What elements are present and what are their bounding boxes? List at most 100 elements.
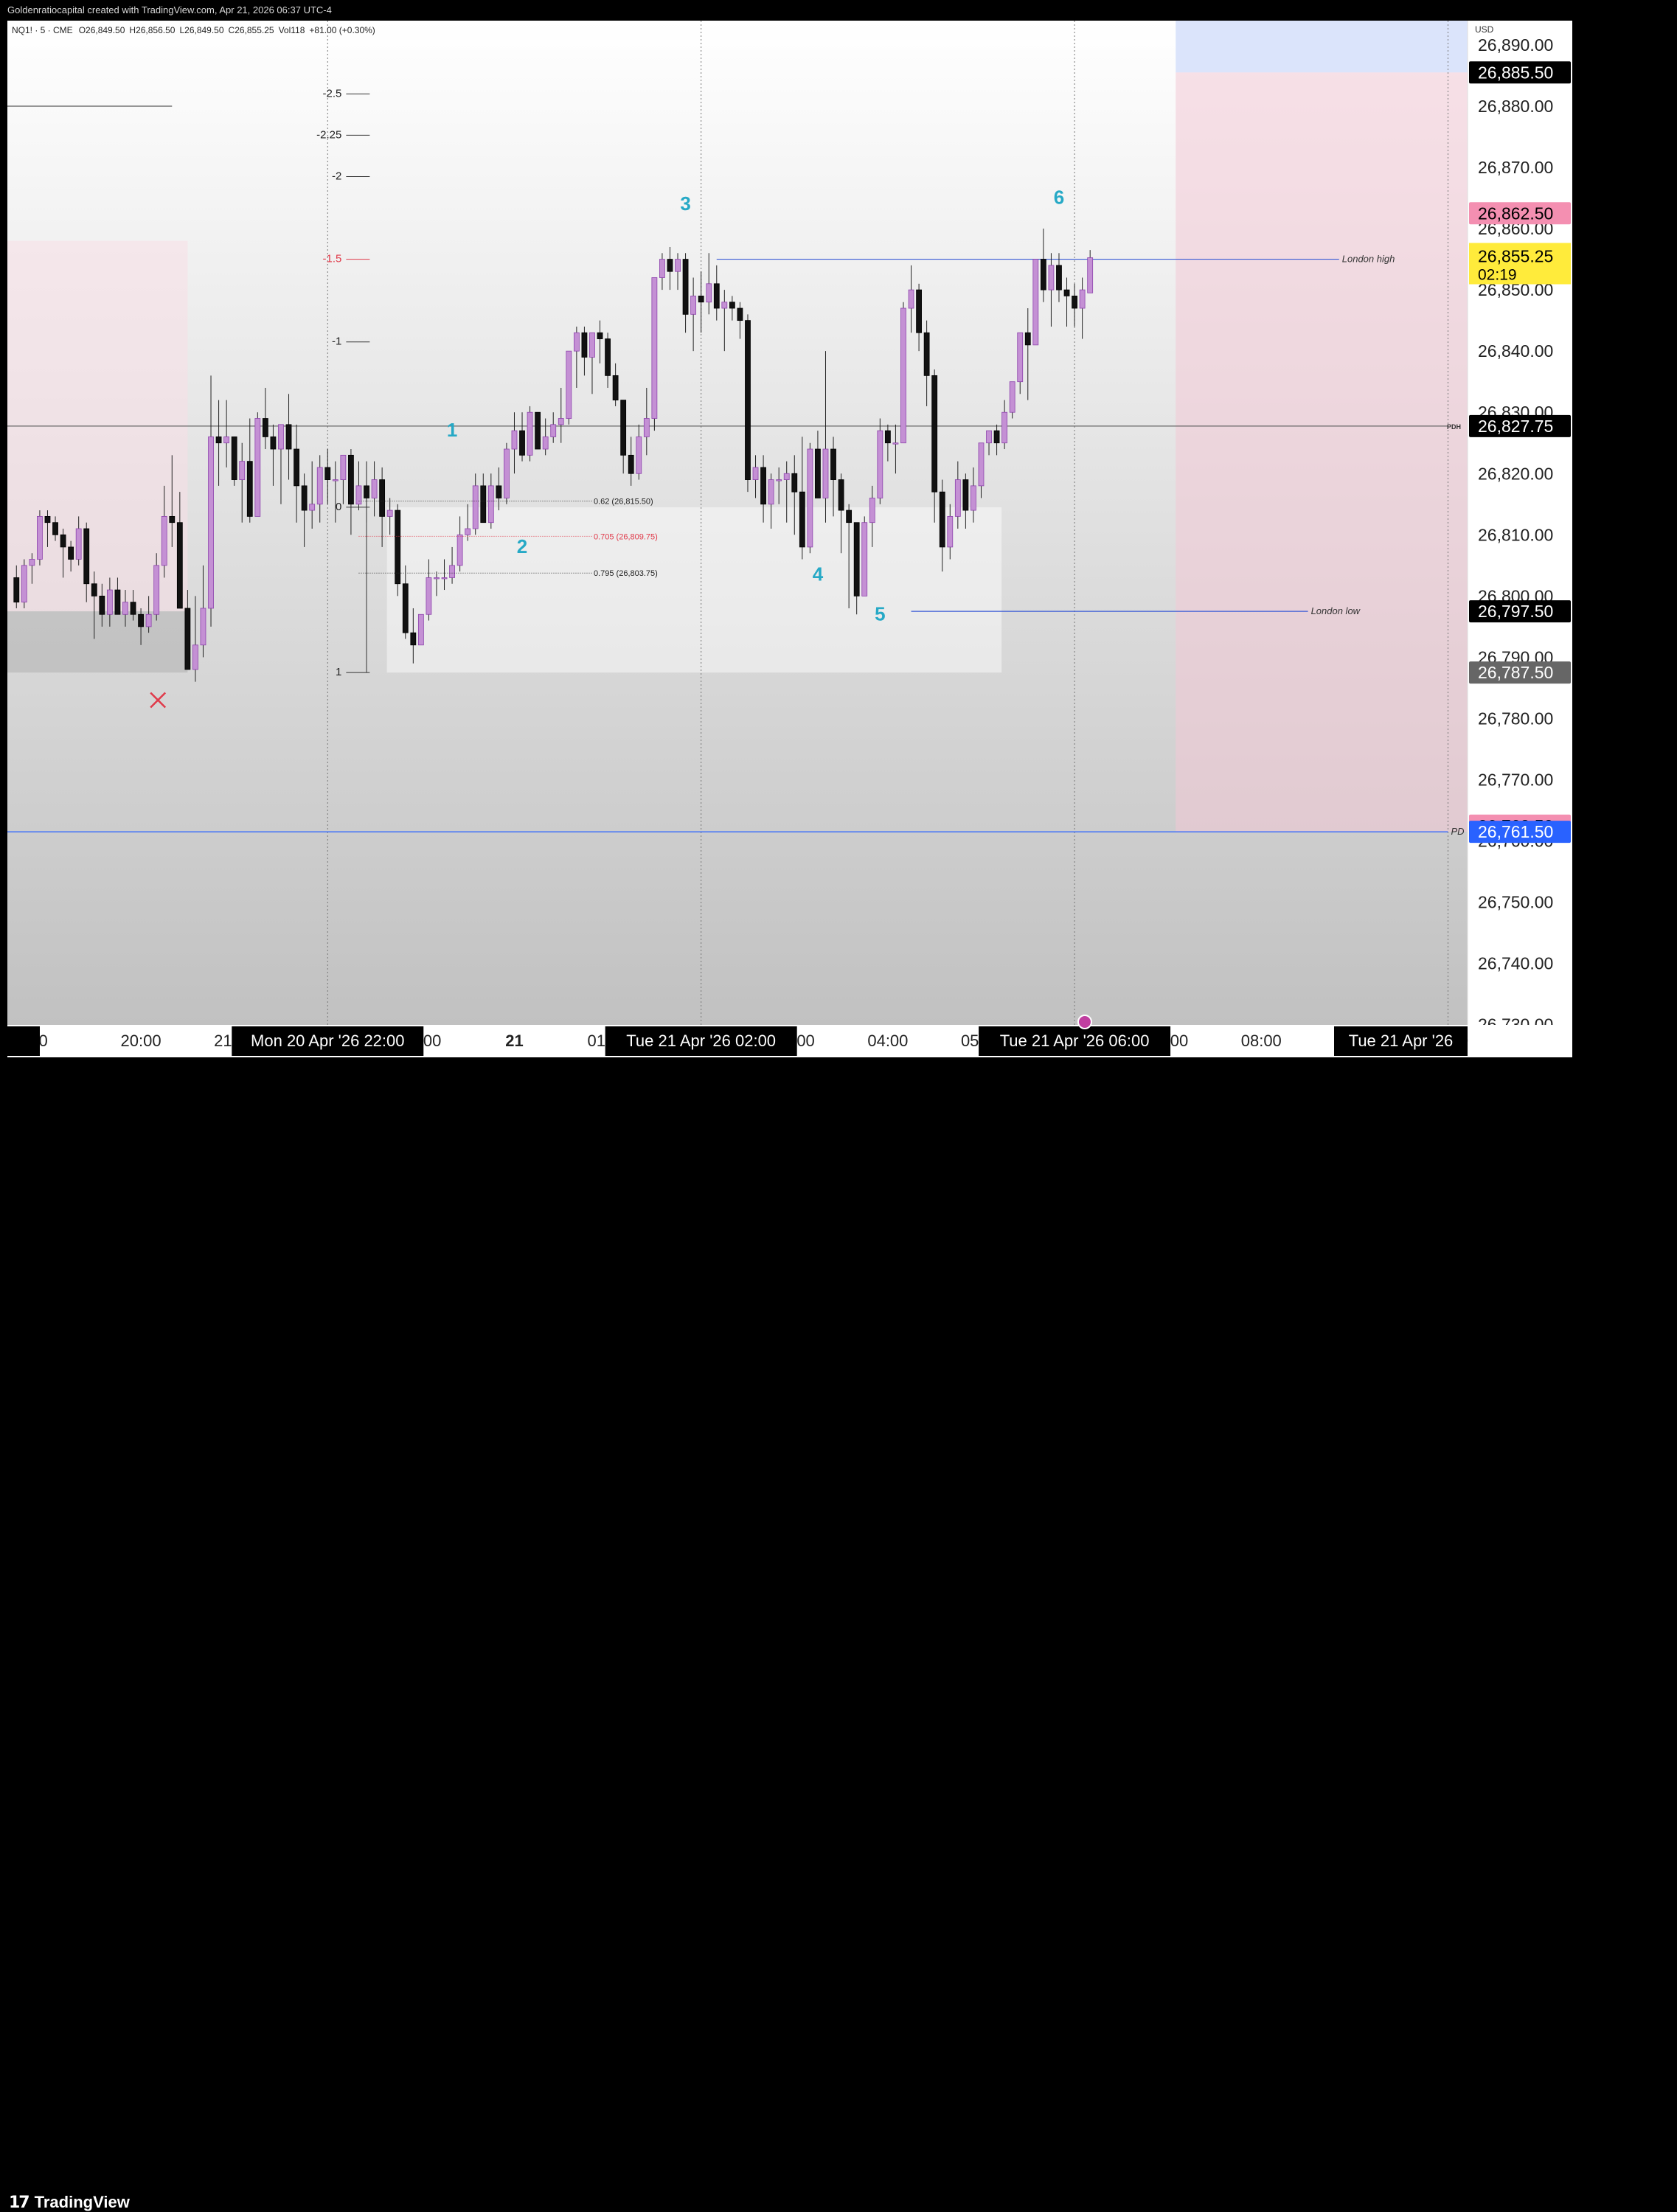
fib-extension-label: 0 <box>336 501 341 513</box>
candle-body <box>573 332 580 352</box>
level-label: London high <box>1342 254 1395 265</box>
candle <box>900 302 906 444</box>
candle <box>395 504 401 597</box>
candle-body <box>402 583 409 633</box>
candle-body <box>853 522 860 597</box>
chart-area[interactable]: London highLondon lowPDHPD VAH -2.5-2.25… <box>0 21 1572 1057</box>
candle-body <box>566 350 572 419</box>
candle-body <box>830 448 836 480</box>
candle-body <box>962 479 969 511</box>
candle-body <box>550 424 557 437</box>
price-tick: 26,840.00 <box>1478 341 1553 361</box>
price-label: 26,787.50 <box>1478 663 1553 682</box>
candle-body <box>729 302 735 309</box>
candle-body <box>1056 265 1062 291</box>
candle-body <box>1017 332 1024 383</box>
candle <box>807 442 813 554</box>
candle <box>535 411 541 450</box>
candle-body <box>83 528 90 585</box>
candle-body <box>698 296 704 303</box>
fib-retracement-label: 0.62 (26,815.50) <box>594 498 653 507</box>
wave-label: 5 <box>875 602 885 625</box>
candle-body <box>861 522 868 597</box>
candle-body <box>449 565 455 578</box>
candle-body <box>838 479 844 511</box>
candle-body <box>954 479 961 517</box>
candle-body <box>386 509 393 517</box>
candle <box>566 350 572 425</box>
candle-body <box>456 534 463 566</box>
candle-body <box>169 515 176 524</box>
top-bar: Goldenratiocapital created with TradingV… <box>0 0 1677 21</box>
candle <box>37 510 43 566</box>
candle-body <box>667 259 673 272</box>
price-tick: 26,770.00 <box>1478 771 1553 790</box>
price-label: 26,797.50 <box>1478 602 1553 621</box>
candle-body <box>1048 265 1055 291</box>
candle-body <box>29 559 35 566</box>
price-label: 26,885.50 <box>1478 63 1553 82</box>
candle-body <box>636 437 642 474</box>
candle <box>21 559 27 608</box>
candle-body <box>971 485 976 511</box>
wave-label: 1 <box>447 419 457 441</box>
fib-extension-label: -1 <box>332 335 341 348</box>
candle-body <box>324 467 331 480</box>
price-tick: 26,740.00 <box>1478 954 1553 973</box>
price-tick: 26,880.00 <box>1478 97 1553 116</box>
candle-body <box>675 259 681 272</box>
candle-body <box>487 485 494 524</box>
candle-body <box>721 302 728 309</box>
price-label: 26,827.75 <box>1478 417 1553 436</box>
candle-body <box>278 424 284 450</box>
candle <box>1032 259 1039 346</box>
time-crosshair-label: Tue 21 Apr '26 02:00 <box>626 1032 776 1050</box>
candle-body <box>605 338 611 376</box>
candle-body <box>1009 381 1015 413</box>
event-marker-icon[interactable] <box>1077 1015 1092 1029</box>
candle-body <box>231 437 237 480</box>
candle <box>745 314 751 493</box>
symbol-info: NQ1! · 5 · CME O26,849.50 H26,856.50 L26,84… <box>12 25 375 35</box>
candle-body <box>783 473 790 480</box>
candle-body <box>480 485 487 524</box>
wave-label: 2 <box>517 535 527 557</box>
candle <box>861 516 868 597</box>
candle-body <box>519 430 525 456</box>
candle-body <box>215 437 222 444</box>
time-crosshair-box <box>7 1026 40 1056</box>
candle-body <box>379 479 386 517</box>
candle <box>417 613 424 646</box>
candle-body <box>340 454 347 480</box>
candle-body <box>1024 332 1031 346</box>
price-chart[interactable]: London highLondon lowPDHPD VAH -2.5-2.25… <box>0 21 1572 1057</box>
candle-body <box>597 332 603 339</box>
candle-body <box>153 565 160 615</box>
candle-body <box>239 461 246 480</box>
current-price: 26,855.25 <box>1478 247 1553 266</box>
fib-extension-label: -1.5 <box>323 253 342 265</box>
price-label: 26,862.50 <box>1478 204 1553 223</box>
candle-body <box>21 565 27 603</box>
price-tick: 26,870.00 <box>1478 158 1553 177</box>
candle-body <box>161 515 167 566</box>
candle-body <box>776 479 782 481</box>
candle-body <box>628 454 634 474</box>
price-tick: 26,780.00 <box>1478 709 1553 728</box>
candle-body <box>542 437 549 450</box>
candle <box>254 412 261 517</box>
candle-body <box>504 448 510 498</box>
price-label: 26,761.50 <box>1478 822 1553 841</box>
level-label: PDH <box>1447 423 1461 431</box>
footer: 17 TradingView <box>0 1090 1677 2212</box>
candle-body <box>371 479 378 498</box>
candle-body <box>410 632 417 646</box>
candle-body <box>60 534 66 548</box>
candle-body <box>200 608 206 646</box>
candle-body <box>581 332 588 358</box>
tradingview-logo[interactable]: 17 TradingView <box>9 2193 130 2212</box>
candle-countdown: 02:19 <box>1478 267 1517 284</box>
candle-body <box>91 583 97 597</box>
candle-body <box>68 546 74 560</box>
fib-retracement-label: 0.705 (26,809.75) <box>594 532 658 541</box>
